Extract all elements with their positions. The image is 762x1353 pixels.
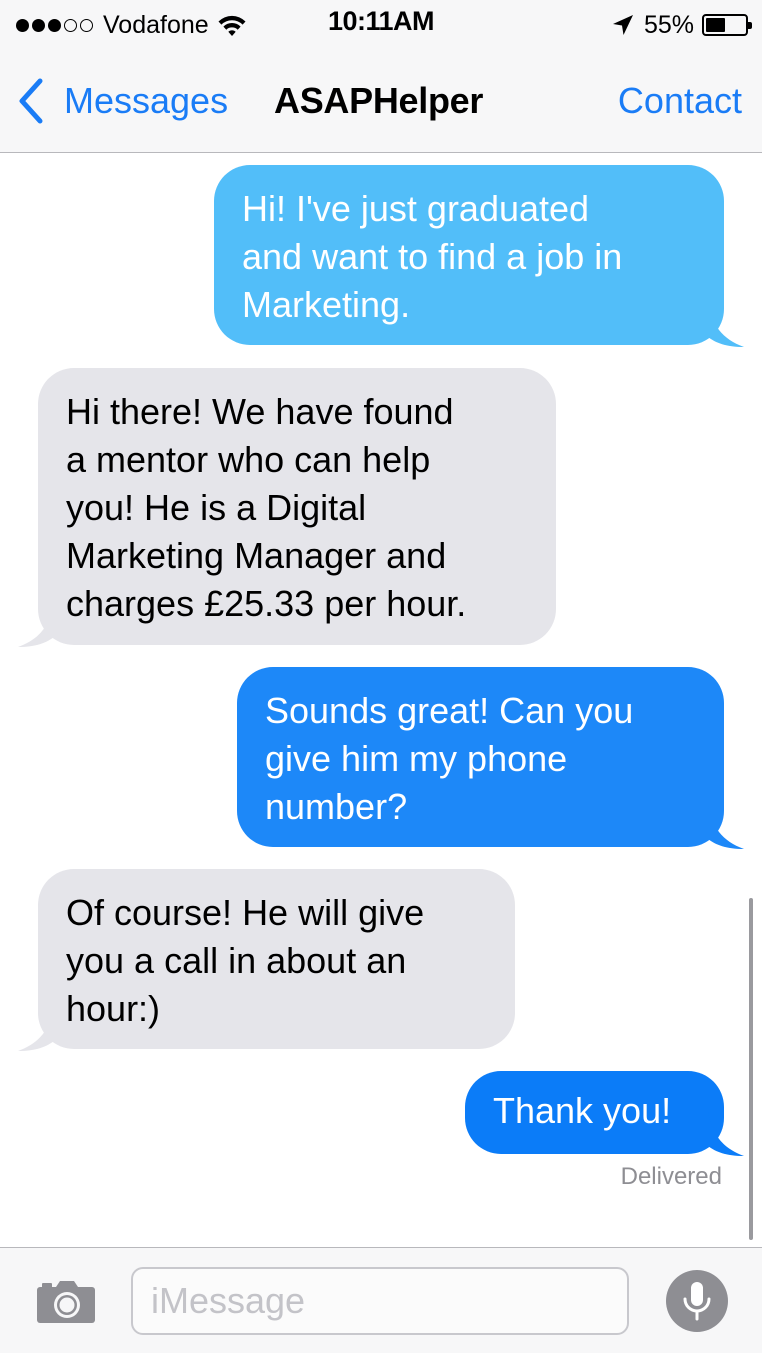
status-right: 55%: [612, 8, 752, 42]
signal-dot-filled: [16, 18, 29, 32]
navigation-bar: Messages ASAPHelper Contact: [0, 50, 762, 153]
outgoing-message-bubble[interactable]: Hi! I've just graduated and want to find…: [214, 165, 744, 347]
signal-strength-icon: [16, 18, 93, 32]
message-text: Of course! He will give you a call in ab…: [66, 892, 425, 1029]
status-left: Vodafone: [16, 8, 247, 42]
battery-percentage: 55%: [643, 10, 694, 39]
signal-dot-filled: [48, 18, 61, 32]
delivery-status: Delivered: [620, 1163, 722, 1190]
imessage-input[interactable]: [131, 1267, 629, 1335]
location-arrow-icon: [612, 15, 633, 35]
battery-fill: [706, 18, 726, 32]
bubble-tail: [18, 1007, 54, 1051]
microphone-icon: [683, 1282, 711, 1321]
scrollbar[interactable]: [749, 898, 753, 1240]
outgoing-message-bubble[interactable]: Sounds great! Can you give him my phone …: [237, 667, 744, 849]
battery-icon: [702, 14, 752, 36]
wifi-icon: [218, 15, 246, 36]
back-button-label: Messages: [64, 80, 229, 121]
chevron-left-icon: [19, 78, 43, 124]
signal-dot-filled: [32, 18, 45, 32]
message-text: Thank you!: [493, 1090, 672, 1131]
incoming-message-bubble[interactable]: Hi there! We have found a mentor who can…: [18, 368, 556, 647]
status-bar: Vodafone 10:11AM 55%: [0, 0, 762, 50]
message-text: Sounds great! Can you give him my phone …: [265, 690, 634, 827]
signal-dot-empty: [80, 18, 93, 32]
bubble-tail: [708, 1112, 744, 1156]
bubble-tail: [708, 303, 744, 347]
bubble-tail: [708, 805, 744, 849]
message-text: Hi there! We have found a mentor who can…: [66, 391, 467, 624]
microphone-button[interactable]: [666, 1270, 728, 1332]
bubble-tail: [18, 603, 54, 647]
outgoing-message-bubble[interactable]: Thank you!: [465, 1071, 744, 1156]
battery-nub: [748, 22, 752, 29]
conversation-title: ASAPHelper: [274, 80, 484, 121]
incoming-message-bubble[interactable]: Of course! He will give you a call in ab…: [18, 869, 515, 1051]
camera-icon[interactable]: [36, 1280, 96, 1324]
message-thread[interactable]: Hi! I've just graduated and want to find…: [0, 153, 762, 1247]
contact-button[interactable]: Contact: [618, 80, 742, 122]
back-button[interactable]: Messages: [16, 76, 228, 126]
message-composer: [0, 1247, 762, 1353]
message-text: Hi! I've just graduated and want to find…: [242, 188, 623, 325]
carrier-name: Vodafone: [103, 10, 209, 39]
signal-dot-empty: [64, 18, 77, 32]
